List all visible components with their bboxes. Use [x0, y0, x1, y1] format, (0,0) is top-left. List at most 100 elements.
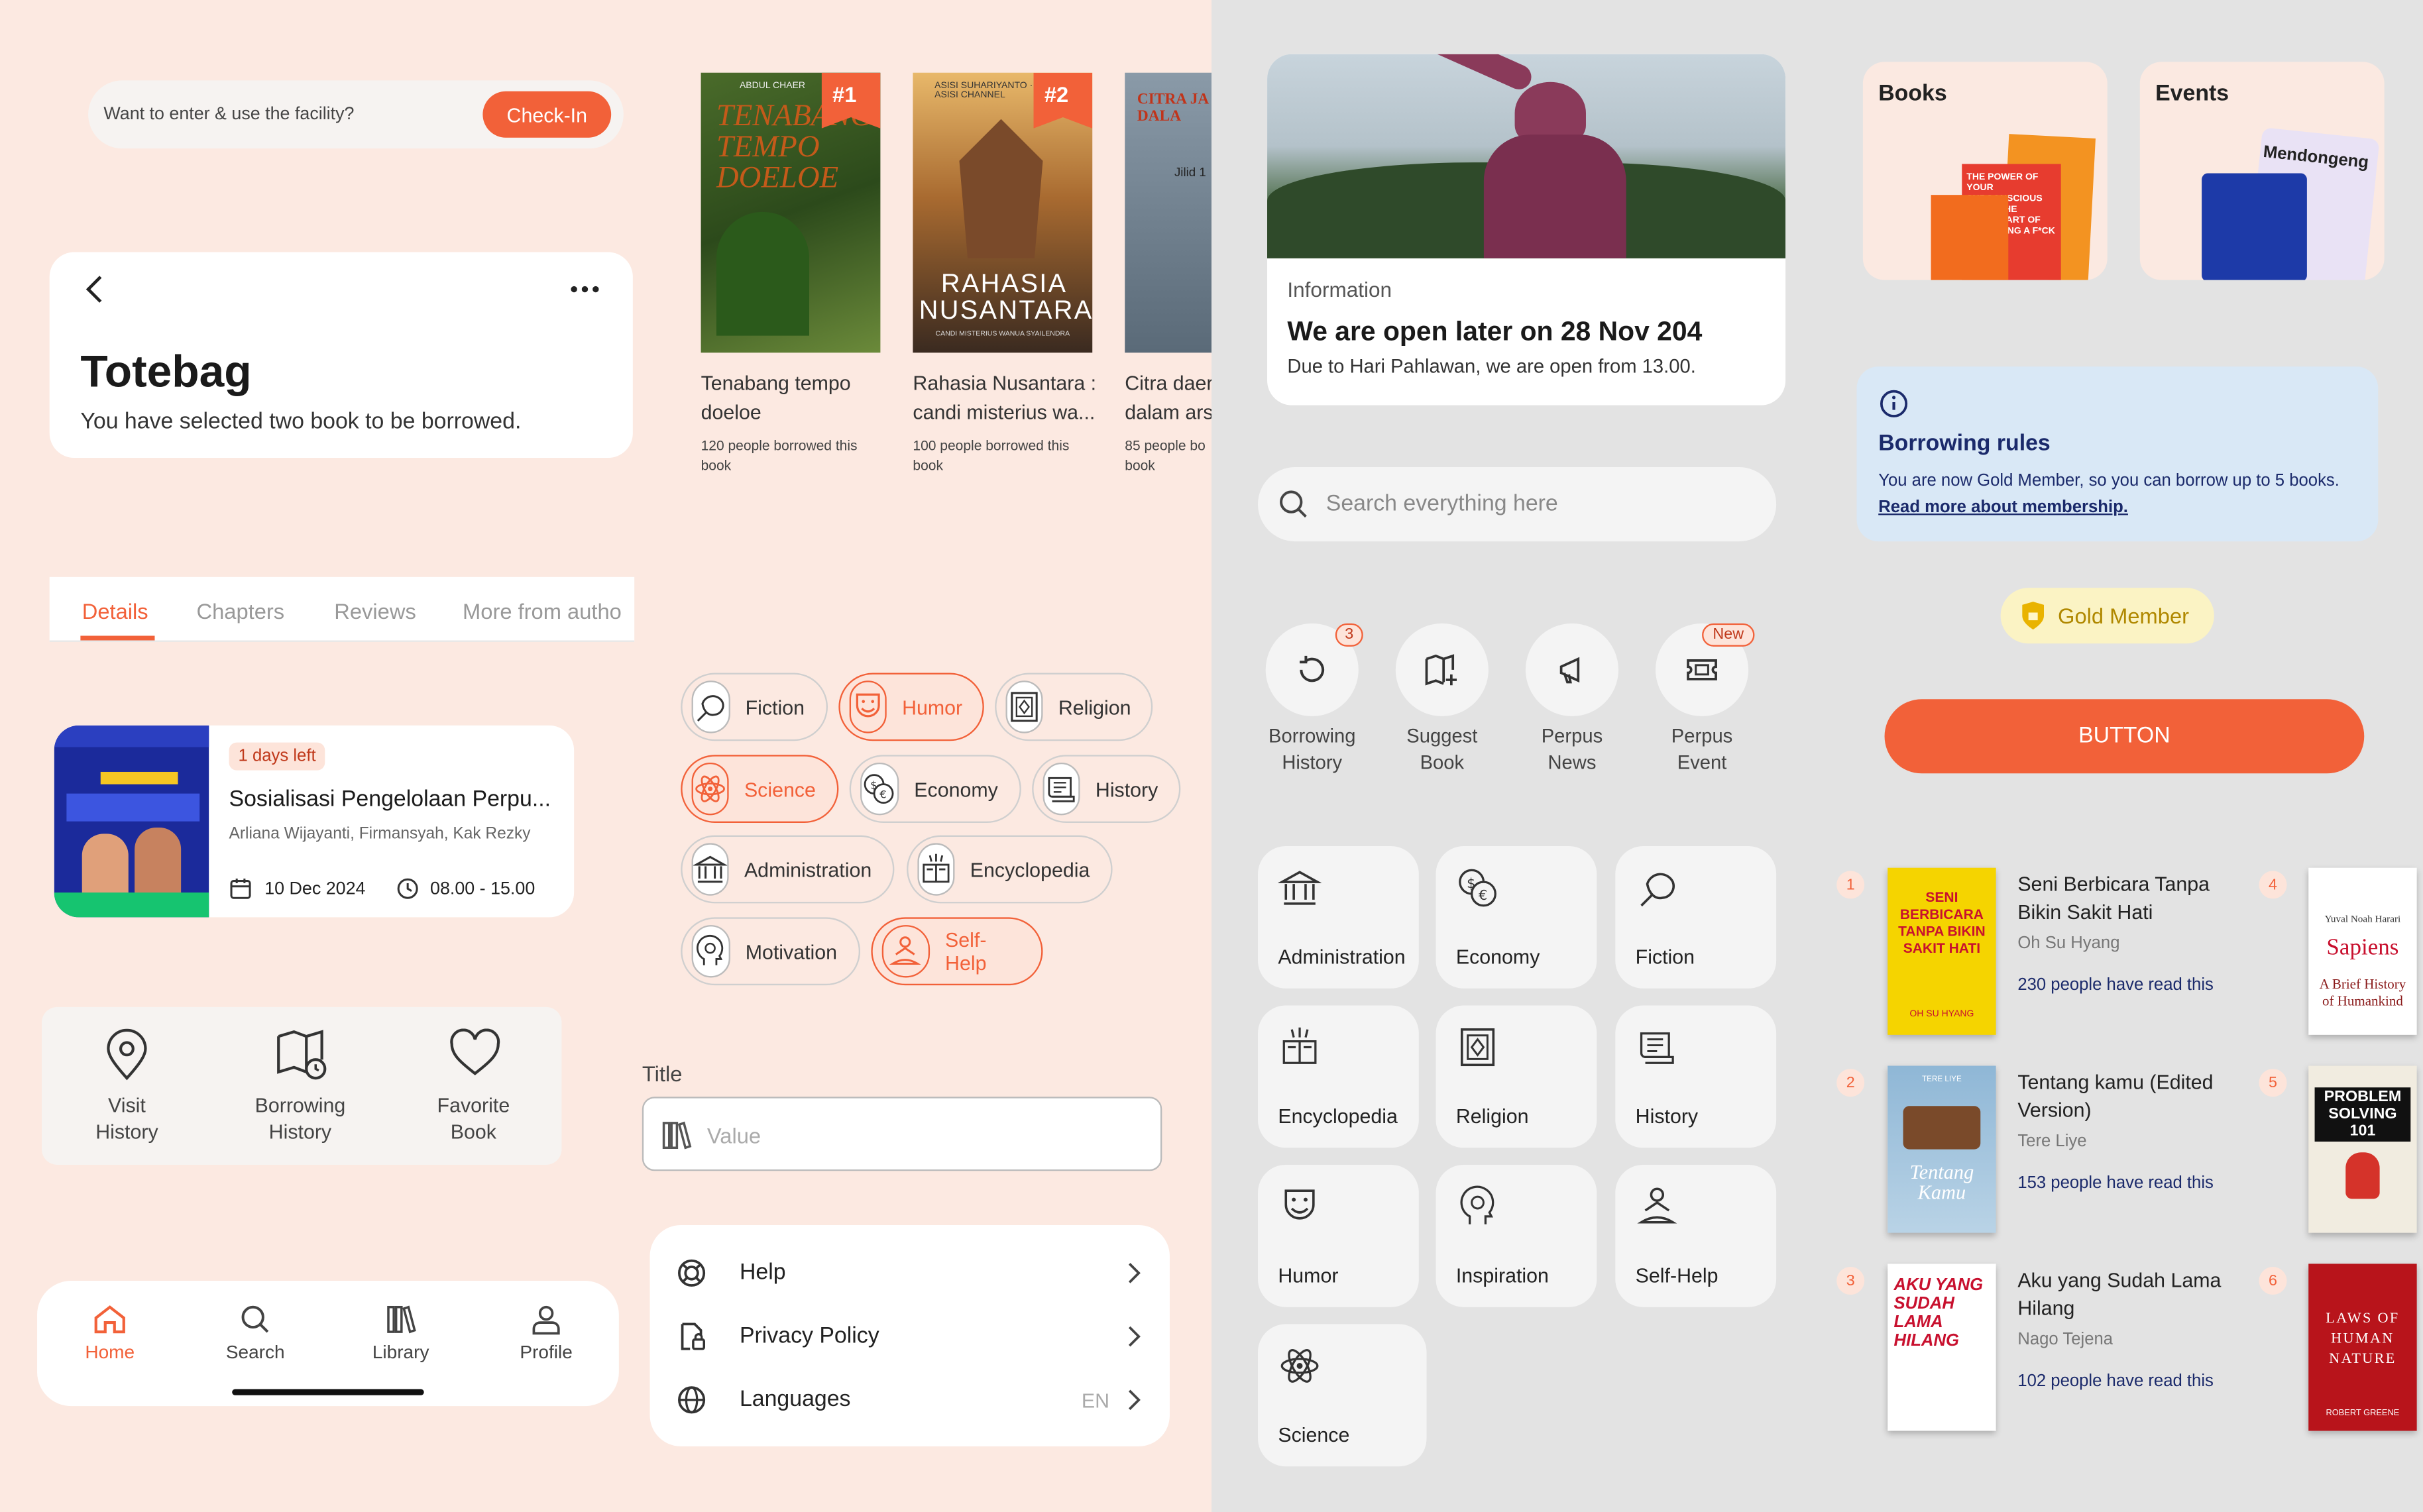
event-card[interactable]: 1 days left Sosialisasi Pengelolaan Perp…	[54, 725, 575, 918]
information-card[interactable]: Information We are open later on 28 Nov …	[1267, 54, 1786, 405]
nav-home[interactable]: Home	[37, 1281, 182, 1389]
tab-more-from-author[interactable]: More from autho	[463, 598, 622, 623]
tile-label: Fiction	[1635, 945, 1695, 969]
book-stat: 100 people borrowed this	[913, 437, 1070, 454]
chip-administration[interactable]: Administration	[681, 835, 895, 904]
menu-label: Perpus	[1671, 725, 1733, 747]
language-value: EN	[1081, 1389, 1110, 1413]
ranking-item[interactable]: 1 SENI BERBICARA TANPA BIKIN SAKIT HATI …	[1835, 860, 2253, 1042]
settings-item-languages[interactable]: Languages EN	[650, 1368, 1170, 1432]
visit-label-2: History	[95, 1120, 158, 1144]
totebag-subtitle: You have selected two book to be borrowe…	[80, 409, 522, 435]
menu-suggest-book[interactable]: Suggest Book	[1395, 623, 1492, 778]
ranking-author: Nago Tejena	[2017, 1330, 2113, 1349]
tab-chapters[interactable]: Chapters	[196, 598, 284, 623]
ranking-author: Tere Liye	[2017, 1132, 2087, 1151]
primary-button[interactable]: BUTTON	[1884, 699, 2365, 774]
nav-search[interactable]: Search	[182, 1281, 327, 1389]
settings-label: Languages	[739, 1387, 851, 1413]
checkin-button[interactable]: Check-In	[482, 91, 612, 138]
library-icon	[385, 1304, 416, 1335]
tile-science[interactable]: Science	[1258, 1324, 1427, 1467]
fiction-icon	[1636, 866, 1679, 909]
cover-author: OH SU HYANG	[1909, 1010, 1974, 1020]
notification-badge: 3	[1335, 623, 1363, 647]
settings-item-privacy[interactable]: Privacy Policy	[650, 1304, 1170, 1369]
book-stat: 120 people borrowed this	[701, 437, 858, 454]
tile-religion[interactable]: Religion	[1436, 1005, 1597, 1148]
chip-self-help[interactable]: Self-Help	[871, 917, 1043, 986]
chip-label: Religion	[1058, 695, 1131, 719]
membership-link[interactable]: Read more about membership.	[1878, 498, 2128, 517]
ranking-number: 3	[1836, 1267, 1865, 1295]
tile-history[interactable]: History	[1615, 1005, 1777, 1148]
chip-fiction[interactable]: Fiction	[681, 673, 828, 741]
visit-history-button[interactable]: Visit History	[42, 1007, 212, 1165]
gold-member-badge: Gold Member	[2000, 588, 2214, 644]
cover-title: AKU YANG SUDAH LAMA HILANG	[1893, 1276, 1984, 1351]
ranking-item[interactable]: 2 Tentang Kamu TERE LIYE Tentang kamu (E…	[1835, 1058, 2253, 1240]
ranking-number: 5	[2259, 1069, 2287, 1097]
ranking-item[interactable]: 6 LAWS OF HUMAN NATURE ROBERT GREENE	[2256, 1256, 2423, 1438]
tile-inspiration[interactable]: Inspiration	[1436, 1164, 1597, 1307]
tile-self-help[interactable]: Self-Help	[1615, 1164, 1777, 1307]
cover-author: ROBERT GREENE	[2326, 1409, 2400, 1419]
tile-label: Administration	[1278, 945, 1406, 969]
settings-item-help[interactable]: Help	[650, 1240, 1170, 1305]
tab-active-indicator	[80, 635, 155, 641]
more-options-icon[interactable]	[569, 285, 600, 294]
chip-science[interactable]: Science	[681, 755, 839, 824]
book-title: Citra daer	[1125, 371, 1212, 395]
tile-humor[interactable]: Humor	[1258, 1164, 1419, 1307]
ranking-item[interactable]: 4 Yuval Noah Harari Sapiens A Brief Hist…	[2256, 860, 2423, 1042]
book-title-2: dalam ars	[1125, 400, 1212, 424]
chip-encyclopedia[interactable]: Encyclopedia	[907, 835, 1113, 904]
tile-economy[interactable]: $ € Economy	[1436, 846, 1597, 989]
tile-fiction[interactable]: Fiction	[1615, 846, 1777, 989]
tab-reviews[interactable]: Reviews	[334, 598, 416, 623]
tab-details[interactable]: Details	[82, 598, 148, 623]
favorite-book-button[interactable]: Favorite Book	[388, 1007, 559, 1165]
menu-perpus-news[interactable]: Perpus News	[1525, 623, 1622, 778]
humor-icon	[849, 680, 887, 733]
menu-borrowing-history[interactable]: 3 Borrowing History	[1265, 623, 1363, 778]
book-stat: 85 people bo	[1125, 437, 1206, 454]
promo-events-card[interactable]: Events Mendongeng	[2139, 62, 2385, 280]
nav-profile[interactable]: Profile	[473, 1281, 618, 1389]
tile-label: Economy	[1455, 945, 1540, 969]
chevron-right-icon	[1127, 1389, 1142, 1411]
tile-encyclopedia[interactable]: Encyclopedia	[1258, 1005, 1419, 1148]
ranking-reads: 153 people have read this	[2017, 1173, 2214, 1193]
ranking-number: 6	[2259, 1267, 2287, 1295]
chip-religion[interactable]: Religion	[995, 673, 1153, 741]
borrowing-history-button[interactable]: Borrowing History	[215, 1007, 386, 1165]
help-icon	[676, 1258, 707, 1289]
economy-icon: $ €	[1456, 866, 1499, 909]
tile-administration[interactable]: Administration	[1258, 846, 1419, 989]
cover-subtitle: Jilid 1	[1174, 165, 1206, 180]
search-bar[interactable]: Search everything here	[1258, 467, 1777, 542]
book-title-2: doeloe	[701, 400, 761, 424]
promo-books-card[interactable]: Books THE POWER OF YOUR SUBCONSCIOUS MIN…	[1862, 62, 2108, 280]
promo-label: Books	[1878, 81, 1947, 107]
chip-motivation[interactable]: Motivation	[681, 917, 861, 986]
nav-profile-label: Profile	[520, 1341, 573, 1363]
chip-label: Self-Help	[945, 928, 987, 975]
encyclopedia-icon	[917, 843, 955, 896]
chip-economy[interactable]: $ € Economy	[849, 755, 1021, 824]
chip-humor[interactable]: Humor	[838, 673, 984, 741]
ranking-title: Seni Berbicara Tanpa	[2017, 872, 2210, 896]
title-input[interactable]: Value	[642, 1097, 1162, 1171]
ranking-item[interactable]: 5 PROBLEM SOLVING 101	[2256, 1058, 2423, 1240]
settings-label: Help	[739, 1260, 786, 1286]
menu-perpus-event[interactable]: New Perpus Event	[1656, 623, 1755, 778]
home-indicator	[232, 1389, 424, 1395]
back-icon[interactable]	[84, 274, 108, 305]
ranking-item[interactable]: 3 AKU YANG SUDAH LAMA HILANG Aku yang Su…	[1835, 1256, 2253, 1438]
administration-icon	[691, 843, 729, 896]
event-title: Sosialisasi Pengelolaan Perpu...	[229, 787, 551, 812]
chip-label: Encyclopedia	[970, 857, 1090, 881]
nav-library[interactable]: Library	[328, 1281, 473, 1389]
nav-search-label: Search	[225, 1341, 285, 1363]
chip-history[interactable]: History	[1032, 755, 1181, 824]
